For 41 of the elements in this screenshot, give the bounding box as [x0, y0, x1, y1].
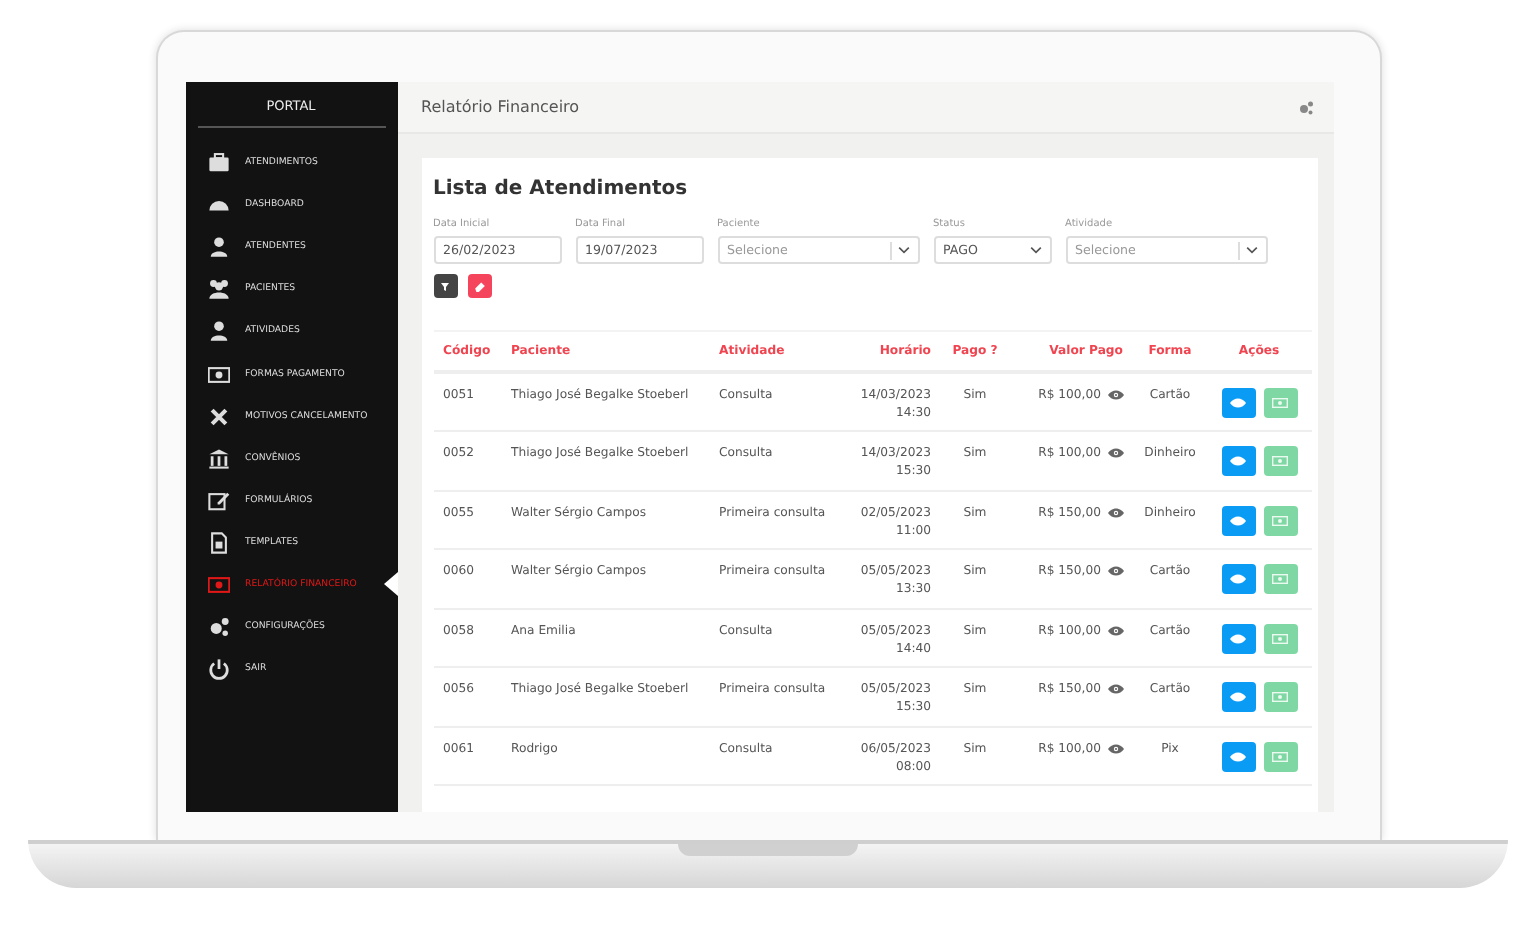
payment-button[interactable] — [1263, 446, 1297, 476]
view-button[interactable] — [1221, 741, 1255, 771]
chevron-icon — [1245, 246, 1257, 254]
view-button[interactable] — [1221, 623, 1255, 653]
payment-button[interactable] — [1263, 623, 1297, 653]
person-icon — [207, 236, 229, 259]
bank-icon — [207, 447, 229, 470]
people-icon — [207, 278, 229, 301]
briefcase-icon — [207, 152, 229, 175]
banknote-icon — [1272, 398, 1288, 408]
banknote-icon — [1272, 456, 1288, 466]
clear-button[interactable] — [467, 274, 491, 298]
payment-button[interactable] — [1263, 682, 1297, 712]
payment-button[interactable] — [1263, 505, 1297, 535]
eraser-icon — [473, 280, 485, 292]
person-icon — [207, 320, 229, 343]
banknote-icon — [207, 573, 229, 596]
card-title: Lista de Atendimentos — [433, 178, 690, 200]
banknote-icon — [207, 363, 229, 386]
payment-button[interactable] — [1263, 388, 1297, 418]
filter-button[interactable] — [433, 274, 457, 298]
power-icon — [207, 658, 229, 681]
banknote-icon — [1272, 751, 1288, 761]
payment-button[interactable] — [1263, 741, 1297, 771]
banknote-icon — [1272, 692, 1288, 702]
banknote-icon — [1272, 633, 1288, 643]
edit-icon — [207, 489, 229, 512]
view-button[interactable] — [1221, 505, 1255, 535]
view-button[interactable] — [1221, 388, 1255, 418]
chevron-icon — [897, 246, 909, 254]
payment-button[interactable] — [1263, 564, 1297, 594]
view-button[interactable] — [1221, 682, 1255, 712]
document-icon — [207, 531, 229, 554]
view-button[interactable] — [1221, 446, 1255, 476]
chevron-icon — [1029, 246, 1041, 254]
x-icon — [207, 405, 229, 428]
funnel-icon — [440, 281, 450, 291]
banknote-icon — [1272, 574, 1288, 584]
view-button[interactable] — [1221, 564, 1255, 594]
page-title: Relatório Financeiro — [421, 98, 580, 116]
banknote-icon — [1272, 515, 1288, 525]
